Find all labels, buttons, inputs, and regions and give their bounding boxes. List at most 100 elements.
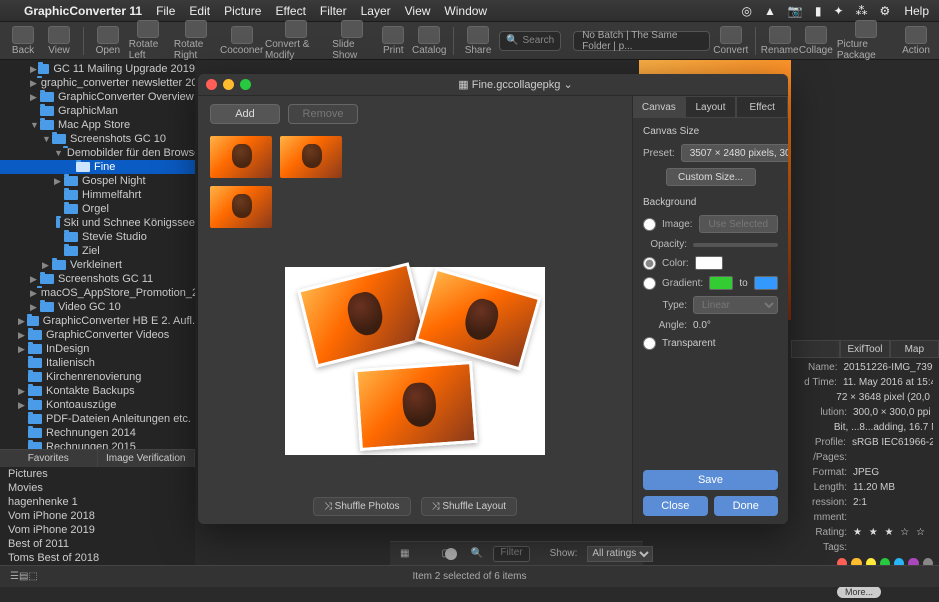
favorite-item[interactable]: Pictures <box>0 467 195 481</box>
tree-item[interactable]: ▶Gospel Night <box>0 174 195 188</box>
menu-filter[interactable]: Filter <box>320 4 347 18</box>
tree-item[interactable]: Orgel <box>0 202 195 216</box>
zoom-window-icon[interactable] <box>240 79 251 90</box>
menu-file[interactable]: File <box>156 4 175 18</box>
bg-gradient-radio[interactable] <box>643 277 656 290</box>
rename-button[interactable]: Rename <box>765 26 795 56</box>
thumbnail[interactable] <box>210 186 272 228</box>
view-mode-icon[interactable]: ⬚ <box>28 571 37 582</box>
tree-item[interactable]: Fine <box>0 160 195 174</box>
menu-edit[interactable]: Edit <box>189 4 210 18</box>
status-icon[interactable]: ▲ <box>764 4 776 18</box>
status-icon[interactable]: ⁂ <box>856 4 868 18</box>
dialog-titlebar[interactable]: ▦ Fine.gccollagepkg ⌄ <box>198 74 788 96</box>
picture-package-button[interactable]: Picture Package <box>837 20 895 61</box>
bg-color-radio[interactable] <box>643 257 656 270</box>
tree-item[interactable]: ▶Kontoauszüge <box>0 398 195 412</box>
view-mode-icon[interactable]: ☰ <box>10 571 19 582</box>
favorites-list[interactable]: PicturesMovieshagenhenke 1Vom iPhone 201… <box>0 467 195 565</box>
favorite-item[interactable]: Vom iPhone 2018 <box>0 509 195 523</box>
menu-view[interactable]: View <box>405 4 431 18</box>
add-button[interactable]: Add <box>210 104 280 124</box>
slideshow-button[interactable]: Slide Show <box>332 20 372 61</box>
favorite-item[interactable]: Toms Best of 2018 <box>0 551 195 565</box>
tree-item[interactable]: ▶InDesign <box>0 342 195 356</box>
tree-item[interactable]: Rechnungen 2015 <box>0 440 195 449</box>
info-tab-map[interactable]: Map <box>890 340 939 358</box>
collage-photo[interactable] <box>415 267 542 370</box>
menu-picture[interactable]: Picture <box>224 4 261 18</box>
thumbnail[interactable] <box>280 136 342 178</box>
favorite-item[interactable]: Vom iPhone 2019 <box>0 523 195 537</box>
catalog-button[interactable]: Catalog <box>414 26 444 56</box>
tree-item[interactable]: ▼Screenshots GC 10 <box>0 132 195 146</box>
menu-help[interactable]: Help <box>904 4 929 18</box>
status-icon[interactable]: ✦ <box>833 4 843 18</box>
ratings-select[interactable]: All ratings <box>587 546 653 562</box>
remove-button[interactable]: Remove <box>288 104 358 124</box>
convert-button[interactable]: Convert & Modify <box>265 20 326 61</box>
menu-window[interactable]: Window <box>444 4 487 18</box>
collage-canvas[interactable] <box>285 267 545 455</box>
tree-item[interactable]: Ski und Schnee Königssee <box>0 216 195 230</box>
tree-item[interactable]: ▼Mac App Store <box>0 118 195 132</box>
grid-icon[interactable]: ▦ <box>400 548 409 559</box>
tree-item[interactable]: ▶macOS_AppStore_Promotion_20 <box>0 286 195 300</box>
color-swatch[interactable] <box>695 256 723 270</box>
tree-item[interactable]: ▶GraphicConverter Overview <box>0 90 195 104</box>
tab-layout[interactable]: Layout <box>685 96 737 118</box>
status-icon[interactable]: 📷 <box>788 4 803 18</box>
tree-item[interactable]: ▶Kontakte Backups <box>0 384 195 398</box>
menu-layer[interactable]: Layer <box>361 4 391 18</box>
gradient-start-swatch[interactable] <box>709 276 733 290</box>
favorite-item[interactable]: Movies <box>0 481 195 495</box>
tree-item[interactable]: ▶Verkleinert <box>0 258 195 272</box>
tree-item[interactable]: Ziel <box>0 244 195 258</box>
info-tab-general[interactable] <box>791 340 840 358</box>
tree-item[interactable]: Kirchenrenovierung <box>0 370 195 384</box>
tree-item[interactable]: ▶GraphicConverter Videos <box>0 328 195 342</box>
tree-item[interactable]: Stevie Studio <box>0 230 195 244</box>
custom-size-button[interactable]: Custom Size... <box>666 168 756 186</box>
search-input[interactable]: 🔍 Search <box>499 31 561 51</box>
rotate-left-button[interactable]: Rotate Left <box>129 20 168 61</box>
tab-canvas[interactable]: Canvas <box>633 96 685 118</box>
batch-select[interactable]: No Batch | The Same Folder | p... <box>573 31 710 51</box>
done-button[interactable]: Done <box>714 496 779 516</box>
close-button[interactable]: Close <box>643 496 708 516</box>
tab-effect[interactable]: Effect <box>736 96 788 118</box>
tab-image-verification[interactable]: Image Verification <box>98 450 196 467</box>
view-button[interactable]: View <box>44 26 74 56</box>
view-mode-icon[interactable]: ▤ <box>19 571 28 582</box>
tree-item[interactable]: ▶Video GC 10 <box>0 300 195 314</box>
tree-item[interactable]: Rechnungen 2014 <box>0 426 195 440</box>
favorite-item[interactable]: hagenhenke 1 <box>0 495 195 509</box>
status-icon[interactable]: ▮ <box>815 4 822 18</box>
filter-input[interactable]: Filter <box>493 546 529 562</box>
app-name[interactable]: GraphicConverter 11 <box>24 4 142 18</box>
minimize-window-icon[interactable] <box>223 79 234 90</box>
thumbnail[interactable] <box>210 136 272 178</box>
tree-item[interactable]: ▶GraphicConverter HB E 2. Aufl. <box>0 314 195 328</box>
open-button[interactable]: Open <box>93 26 123 56</box>
folder-tree[interactable]: ▶GC 11 Mailing Upgrade 2019▶graphic_conv… <box>0 60 195 449</box>
tree-item[interactable]: PDF-Dateien Anleitungen etc. <box>0 412 195 426</box>
opacity-slider[interactable] <box>693 243 778 247</box>
shuffle-layout-button[interactable]: ⤨ Shuffle Layout <box>421 497 518 516</box>
convert-action[interactable]: Convert <box>716 26 746 56</box>
tree-item[interactable]: Italienisch <box>0 356 195 370</box>
rotate-right-button[interactable]: Rotate Right <box>174 20 218 61</box>
collage-photo[interactable] <box>354 360 477 450</box>
close-window-icon[interactable] <box>206 79 217 90</box>
bg-transparent-radio[interactable] <box>643 337 656 350</box>
tab-favorites[interactable]: Favorites <box>0 450 98 467</box>
print-button[interactable]: Print <box>378 26 408 56</box>
tree-item[interactable]: GraphicMan <box>0 104 195 118</box>
action-button[interactable]: Action <box>901 26 931 56</box>
back-button[interactable]: Back <box>8 26 38 56</box>
save-button[interactable]: Save <box>643 470 778 490</box>
bg-image-radio[interactable] <box>643 218 656 231</box>
gradient-type-select[interactable]: Linear <box>693 296 778 314</box>
status-icon[interactable]: ◎ <box>742 4 752 18</box>
favorite-item[interactable]: Best of 2011 <box>0 537 195 551</box>
